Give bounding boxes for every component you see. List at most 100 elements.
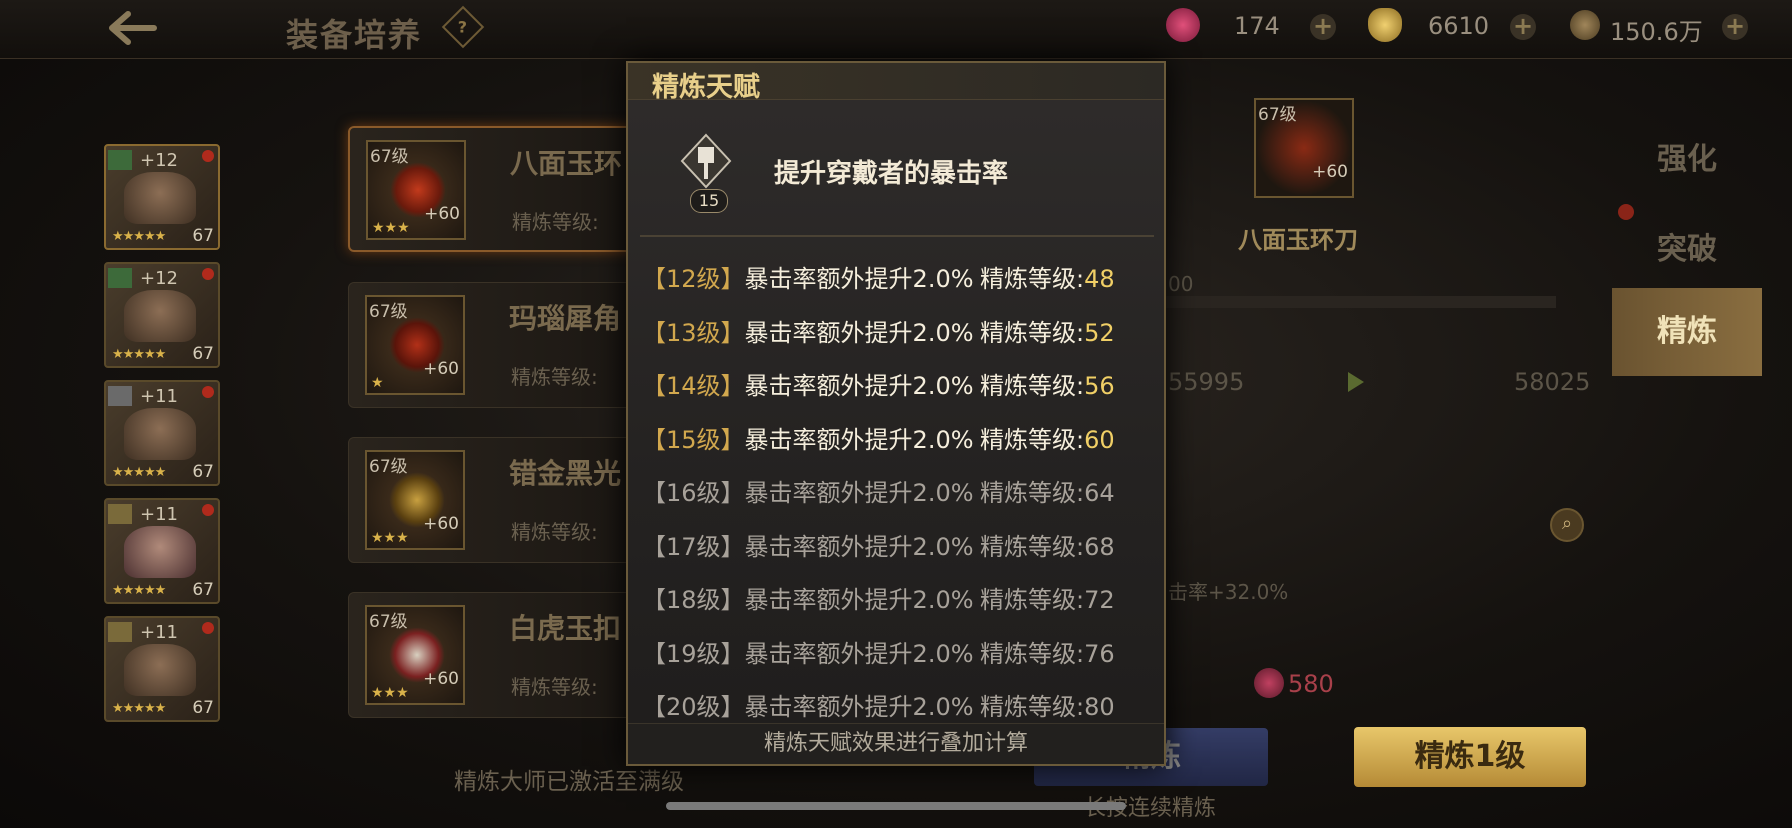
talent-row-req-label: 精炼等级: [980, 586, 1085, 614]
talent-row-level: 14级 [666, 372, 721, 400]
talent-row-level: 15级 [666, 426, 721, 454]
equipment-level: 67级 [369, 612, 408, 632]
tab-strengthen[interactable]: 强化 [1612, 134, 1762, 178]
equipment-item-4[interactable]: 67级 +60 ★★★ 白虎玉扣 精炼等级: [348, 592, 668, 718]
stat-to: 58025 [1514, 368, 1591, 396]
equipment-item-1[interactable]: 67级 +60 ★★★ 八面玉环 精炼等级: [348, 126, 668, 252]
equipment-name: 白虎玉扣 [509, 612, 622, 645]
talent-row-effect: 暴击率额外提升2.0% [744, 265, 974, 293]
equipment-stars: ★★★ [372, 220, 410, 236]
hero-slot-5[interactable]: +11 ★★★★★ 67 [104, 616, 220, 722]
detail-partial-value: 00 [1168, 272, 1194, 296]
refine-cost: 580 [1288, 670, 1334, 698]
talent-row-req-value: 72 [1084, 586, 1115, 614]
red-dot-icon [1618, 204, 1634, 220]
equipment-name: 错金黑光 [509, 457, 622, 490]
talent-row-effect: 暴击率额外提升2.0% [744, 319, 974, 347]
equipment-plus: +60 [423, 669, 459, 689]
popup-footer-note: 精炼天赋效果进行叠加计算 [628, 723, 1164, 764]
talent-row-level: 20级 [666, 693, 721, 721]
equipment-item-2[interactable]: 67级 +60 ★ 玛瑙犀角 精炼等级: [348, 282, 668, 408]
equipment-refine-level: 精炼等级: [512, 210, 599, 234]
talent-row-req-label: 精炼等级: [980, 640, 1085, 668]
coin-count: 150.6万 [1610, 18, 1703, 46]
hero-tag [108, 504, 132, 524]
talent-row-level: 19级 [666, 640, 721, 668]
talent-row-effect: 暴击率额外提升2.0% [744, 693, 974, 721]
equipment-name: 八面玉环 [510, 147, 623, 180]
tab-breakthrough[interactable]: 突破 [1612, 224, 1762, 268]
hero-level: 67 [192, 344, 214, 364]
talent-row-req-value: 56 [1084, 372, 1115, 400]
back-button[interactable] [100, 6, 164, 50]
talent-row-req-value: 76 [1084, 640, 1115, 668]
red-dot-icon [202, 268, 214, 280]
talent-row-level: 18级 [666, 586, 721, 614]
hero-tag [108, 622, 132, 642]
hero-level: 67 [192, 580, 214, 600]
equipment-item-3[interactable]: 67级 +60 ★★★ 错金黑光 精炼等级: [348, 437, 668, 563]
red-dot-icon [202, 150, 214, 162]
magnify-icon[interactable]: ⌕ [1550, 508, 1584, 542]
hero-stars: ★★★★★ [112, 583, 166, 598]
equipment-thumb: 67级 +60 ★★★ [365, 450, 465, 550]
talent-row-req-label: 精炼等级: [980, 319, 1085, 347]
hero-tag [108, 268, 132, 288]
add-coin-button[interactable]: + [1722, 14, 1748, 40]
detail-item-name: 八面玉环刀 [1238, 226, 1358, 254]
equipment-name: 玛瑙犀角 [509, 302, 622, 335]
talent-row: 【20级】暴击率额外提升2.0% 精炼等级:80 [642, 693, 1115, 721]
hero-plus: +12 [140, 150, 178, 171]
equipment-plus: +60 [423, 359, 459, 379]
hero-slot-1[interactable]: +12 ★★★★★ 67 [104, 144, 220, 250]
hero-slot-3[interactable]: +11 ★★★★★ 67 [104, 380, 220, 486]
add-feather-button[interactable]: + [1310, 14, 1336, 40]
talent-row-req-value: 68 [1084, 533, 1115, 561]
equipment-refine-level: 精炼等级: [511, 365, 598, 389]
tab-refine[interactable]: 精炼 [1612, 288, 1762, 376]
talent-row-req-label: 精炼等级: [980, 693, 1085, 721]
equipment-plus: +60 [423, 514, 459, 534]
refine-talent-popup: 精炼天赋 15 提升穿戴者的暴击率 【12级】暴击率额外提升2.0% 精炼等级:… [626, 61, 1166, 766]
hero-tag [108, 386, 132, 406]
talent-row-effect: 暴击率额外提升2.0% [744, 479, 974, 507]
hero-level: 67 [192, 698, 214, 718]
add-gold-button[interactable]: + [1510, 14, 1536, 40]
detail-bar [1166, 296, 1556, 308]
feather-cost-icon [1254, 668, 1284, 698]
talent-row-req-label: 精炼等级: [980, 426, 1085, 454]
talent-row-req-value: 52 [1084, 319, 1115, 347]
red-dot-icon [202, 504, 214, 516]
hero-level: 67 [192, 226, 214, 246]
red-dot-icon [202, 622, 214, 634]
talent-row: 【12级】暴击率额外提升2.0% 精炼等级:48 [642, 265, 1115, 293]
hero-slot-2[interactable]: +12 ★★★★★ 67 [104, 262, 220, 368]
feather-icon [1166, 8, 1200, 42]
equipment-stars: ★★★ [371, 685, 409, 701]
gold-ingot-icon [1368, 8, 1402, 42]
talent-row: 【18级】暴击率额外提升2.0% 精炼等级:72 [642, 586, 1115, 614]
talent-row-level: 17级 [666, 533, 721, 561]
stat-from: 55995 [1168, 368, 1245, 396]
refine-one-level-button[interactable]: 精炼1级 [1354, 727, 1586, 787]
talent-row-req-value: 48 [1084, 265, 1115, 293]
talent-row: 【19级】暴击率额外提升2.0% 精炼等级:76 [642, 640, 1115, 668]
talent-row-level: 12级 [666, 265, 721, 293]
axe-talent-icon [680, 133, 732, 189]
talent-row-effect: 暴击率额外提升2.0% [744, 372, 974, 400]
equipment-refine-level: 精炼等级: [511, 675, 598, 699]
talent-row-level: 16级 [666, 479, 721, 507]
home-indicator [666, 802, 1126, 810]
red-dot-icon [202, 386, 214, 398]
talent-row-req-label: 精炼等级: [980, 372, 1085, 400]
popup-title: 精炼天赋 [652, 72, 760, 103]
hero-stars: ★★★★★ [112, 347, 166, 362]
hero-plus: +11 [140, 622, 178, 643]
hero-slot-4[interactable]: +11 ★★★★★ 67 [104, 498, 220, 604]
feather-count: 174 [1234, 12, 1280, 40]
hero-stars: ★★★★★ [112, 229, 166, 244]
hero-portrait [124, 172, 196, 224]
detail-item-level: 67级 [1258, 105, 1297, 125]
talent-row: 【15级】暴击率额外提升2.0% 精炼等级:60 [642, 426, 1115, 454]
equipment-thumb: 67级 +60 ★★★ [365, 605, 465, 705]
